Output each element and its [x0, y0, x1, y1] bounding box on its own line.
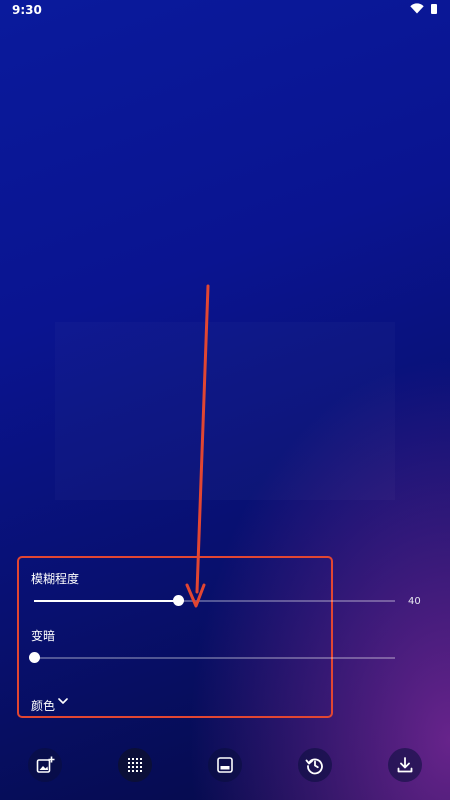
- bottom-toolbar: [0, 748, 450, 784]
- blur-value: 40: [408, 596, 421, 607]
- blur-slider-fill: [34, 600, 179, 602]
- wallpaper-preview-area: [55, 322, 395, 500]
- chevron-down-icon[interactable]: [58, 698, 68, 705]
- blur-tool-button[interactable]: [118, 748, 152, 782]
- dim-label: 变暗: [31, 629, 56, 643]
- wifi-icon: [410, 3, 424, 14]
- history-icon: [305, 758, 323, 775]
- add-image-button[interactable]: [28, 748, 62, 782]
- wallpaper-button[interactable]: [208, 748, 242, 782]
- download-button[interactable]: [388, 748, 422, 782]
- color-dropdown-label[interactable]: 颜色: [31, 697, 55, 714]
- add-image-icon: [36, 756, 55, 773]
- blur-slider[interactable]: [34, 595, 395, 606]
- status-time: 9:30: [12, 3, 42, 17]
- download-icon: [397, 757, 413, 773]
- grid-dots-icon: [128, 758, 142, 772]
- history-button[interactable]: [298, 748, 332, 782]
- battery-icon: [431, 4, 437, 14]
- wallpaper-icon: [217, 757, 233, 773]
- blur-label: 模糊程度: [31, 572, 80, 586]
- dim-slider-thumb[interactable]: [29, 652, 40, 663]
- dim-slider[interactable]: [29, 652, 395, 663]
- status-bar: 9:30: [0, 0, 450, 20]
